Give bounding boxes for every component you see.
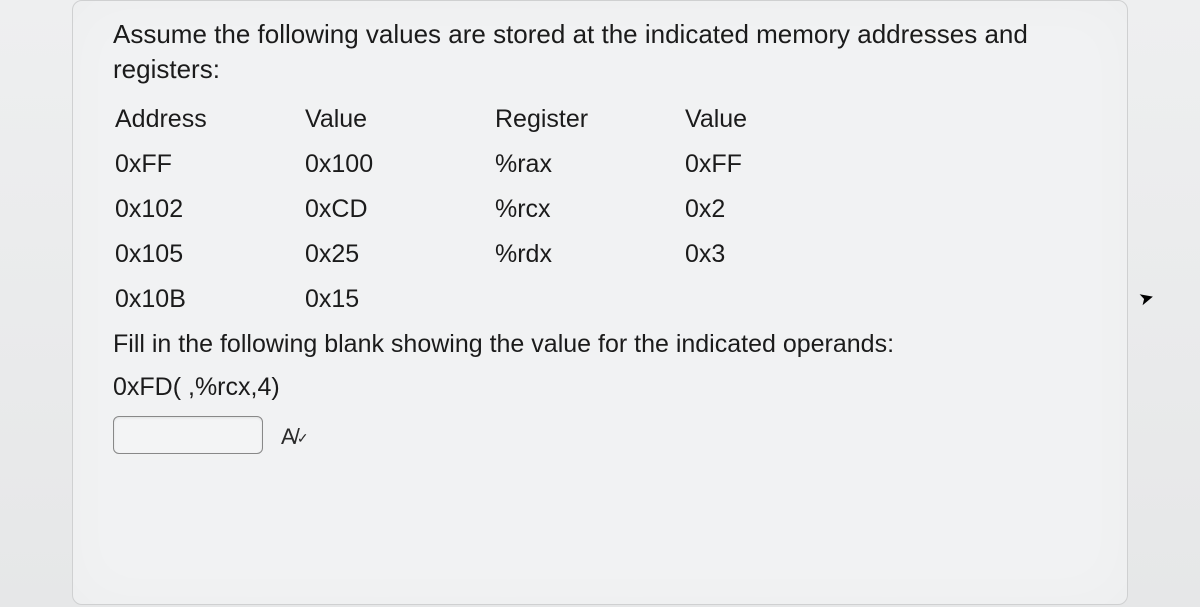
header-address: Address — [115, 105, 305, 134]
cell-register: %rax — [495, 150, 685, 179]
memory-register-table: Address Value Register Value 0xFF 0x100 … — [115, 105, 1091, 314]
intro-text: Assume the following values are stored a… — [113, 17, 1091, 87]
cell-address: 0x10B — [115, 285, 305, 314]
operand-expression: 0xFD( ,%rcx,4) — [113, 373, 1091, 402]
cell-value-reg: 0x2 — [685, 195, 875, 224]
mouse-cursor-icon: ➤ — [1136, 286, 1156, 310]
cell-register: %rcx — [495, 195, 685, 224]
table-row: 0x102 0xCD %rcx 0x2 — [115, 195, 1091, 224]
page-root: Assume the following values are stored a… — [0, 0, 1200, 607]
table-row: 0xFF 0x100 %rax 0xFF — [115, 150, 1091, 179]
table-row: 0x10B 0x15 — [115, 285, 1091, 314]
header-value-reg: Value — [685, 105, 875, 134]
cell-value-mem: 0x15 — [305, 285, 495, 314]
answer-input[interactable] — [113, 416, 263, 454]
cell-address: 0xFF — [115, 150, 305, 179]
spellcheck-icon[interactable]: A/✓ — [281, 424, 308, 450]
cell-value-mem: 0xCD — [305, 195, 495, 224]
table-header-row: Address Value Register Value — [115, 105, 1091, 134]
cell-value-reg: 0xFF — [685, 150, 875, 179]
table-row: 0x105 0x25 %rdx 0x3 — [115, 240, 1091, 269]
cell-address: 0x102 — [115, 195, 305, 224]
header-value-mem: Value — [305, 105, 495, 134]
header-register: Register — [495, 105, 685, 134]
cell-register: %rdx — [495, 240, 685, 269]
cell-value-mem: 0x100 — [305, 150, 495, 179]
cell-value-mem: 0x25 — [305, 240, 495, 269]
cell-address: 0x105 — [115, 240, 305, 269]
question-card: Assume the following values are stored a… — [72, 0, 1128, 605]
answer-row: A/✓ — [113, 416, 1091, 454]
fill-blank-prompt: Fill in the following blank showing the … — [113, 330, 1091, 359]
cell-value-reg: 0x3 — [685, 240, 875, 269]
